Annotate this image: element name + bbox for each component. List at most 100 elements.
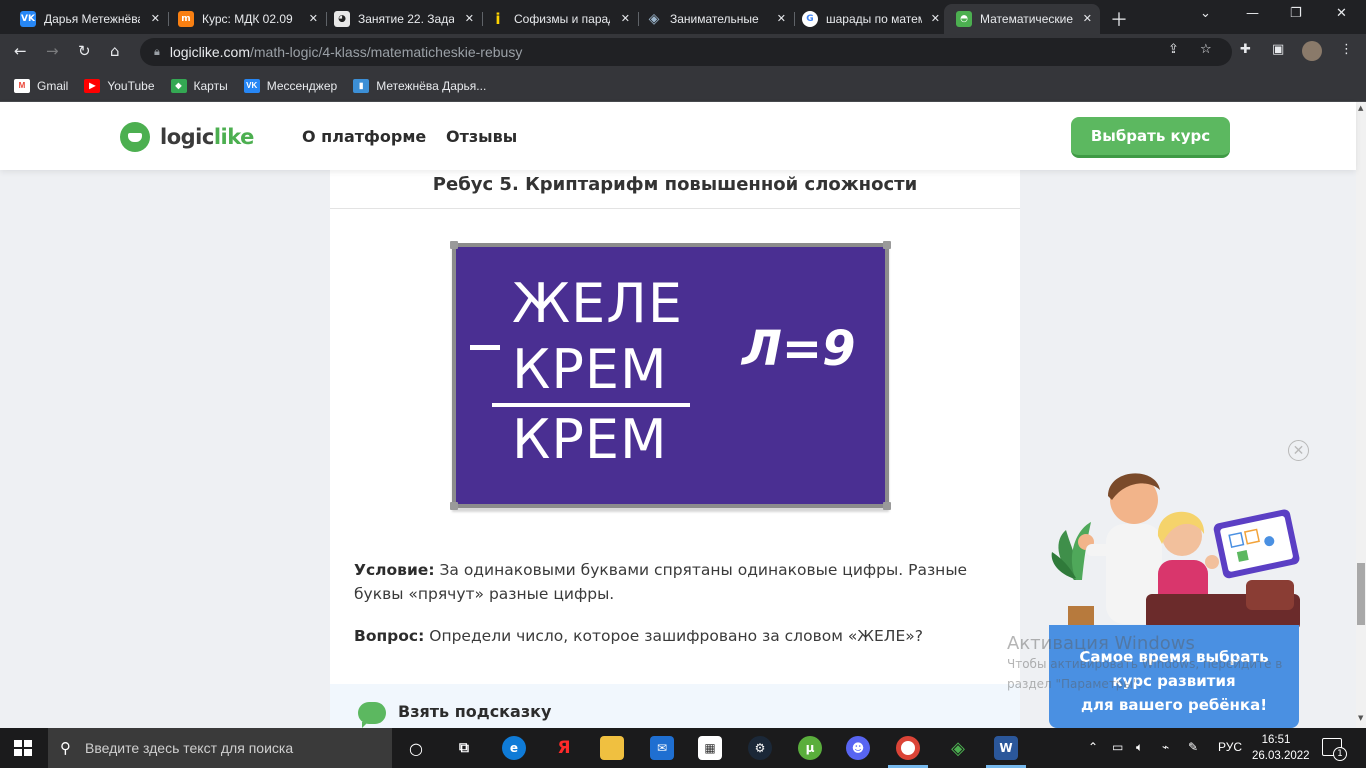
- nav-about-platform[interactable]: О платформе: [302, 127, 426, 146]
- bookmark-maps[interactable]: ◆ Карты: [170, 78, 228, 93]
- graduation-cap-icon: [120, 122, 150, 152]
- system-clock[interactable]: 16:51 26.03.2022: [1252, 732, 1310, 764]
- store-icon[interactable]: ▦: [698, 736, 722, 760]
- share-icon[interactable]: ⇪: [1168, 42, 1179, 57]
- condition-body: За одинаковыми буквами спрятаны одинаков…: [354, 561, 968, 603]
- vk-icon: VK: [20, 11, 36, 27]
- tab-active-logiclike[interactable]: ◓ Математические ✕: [944, 4, 1100, 34]
- close-icon[interactable]: ✕: [465, 12, 474, 25]
- bookmark-gmail[interactable]: M Gmail: [14, 78, 69, 93]
- forward-icon[interactable]: →: [46, 42, 59, 60]
- condition-label: Условие:: [354, 561, 435, 579]
- notification-count: 1: [1333, 747, 1347, 761]
- browser-toolbar: ← → ↻ ⌂ 🔒︎ logiclike.com/math-logic/4-kl…: [0, 34, 1366, 70]
- url-host: logiclike.com: [169, 44, 250, 60]
- menu-icon[interactable]: ⋮: [1340, 42, 1353, 57]
- chat-bubble-icon: [358, 702, 386, 728]
- nav-reviews[interactable]: Отзывы: [446, 127, 517, 146]
- bookmark-youtube[interactable]: ▶ YouTube: [84, 78, 155, 93]
- popup-close-button[interactable]: ✕: [1288, 440, 1309, 461]
- close-icon[interactable]: ✕: [1083, 12, 1092, 25]
- android-icon[interactable]: ◈: [946, 736, 970, 760]
- question-label: Вопрос:: [354, 627, 425, 645]
- puzzle-result: КРЕМ: [512, 408, 668, 471]
- logiclike-logo[interactable]: logiclike: [120, 122, 254, 152]
- close-icon[interactable]: ✕: [931, 12, 940, 25]
- mail-icon[interactable]: ✉: [650, 736, 674, 760]
- chrome-icon[interactable]: [896, 736, 920, 760]
- steam-icon[interactable]: ⚙: [748, 736, 772, 760]
- edge-icon[interactable]: e: [502, 736, 526, 760]
- close-icon[interactable]: ✕: [621, 12, 630, 25]
- browser-tab-strip: VK Дарья Метежнёва ✕ m Курс: МДК 02.09 ✕…: [0, 0, 1366, 34]
- discord-icon[interactable]: ☻: [846, 736, 870, 760]
- tab-sophisms[interactable]: ⅰ Софизмы и параде ✕: [478, 4, 639, 34]
- bookmark-star-icon[interactable]: ☆: [1200, 42, 1212, 57]
- close-icon[interactable]: ✕: [151, 12, 160, 25]
- tab-lesson[interactable]: ◕ Занятие 22. Задач ✕: [322, 4, 483, 34]
- bookmark-label: Gmail: [37, 78, 69, 93]
- notification-center-icon[interactable]: 1: [1322, 738, 1347, 761]
- scroll-up-icon[interactable]: ▲: [1358, 104, 1363, 112]
- info-icon: ⅰ: [495, 10, 501, 28]
- tab-entertaining[interactable]: ◈ Занимательные ✕: [634, 4, 795, 34]
- shield-icon: ◈: [648, 11, 660, 27]
- maximize-icon[interactable]: ❐: [1290, 6, 1302, 21]
- battery-icon[interactable]: ▭: [1112, 740, 1123, 754]
- tab-vk-profile[interactable]: VK Дарья Метежнёва ✕: [8, 4, 169, 34]
- utorrent-icon[interactable]: μ: [798, 736, 822, 760]
- close-window-icon[interactable]: ✕: [1336, 6, 1347, 21]
- pen-icon[interactable]: ✎: [1188, 740, 1198, 754]
- google-icon: G: [802, 11, 818, 27]
- puzzle-chalkboard-image: ЖЕЛЕ КРЕМ КРЕМ Л=9: [450, 241, 891, 510]
- site-header: logiclike О платформе Отзывы Выбрать кур…: [0, 102, 1356, 170]
- word-icon[interactable]: W: [994, 736, 1018, 760]
- tab-search-icon[interactable]: ⌄: [1200, 6, 1211, 21]
- network-icon[interactable]: ⌁: [1162, 740, 1169, 754]
- minimize-icon[interactable]: —: [1246, 6, 1259, 21]
- tab-charades[interactable]: G шарады по матем ✕: [790, 4, 948, 34]
- minus-sign: [470, 345, 500, 350]
- page-scrollbar[interactable]: ▲ ▼: [1356, 102, 1366, 728]
- tray-overflow-icon[interactable]: ⌃: [1088, 740, 1098, 754]
- scroll-down-icon[interactable]: ▼: [1358, 714, 1363, 722]
- puzzle-title: Ребус 5. Криптарифм повышенной сложности: [432, 174, 918, 195]
- volume-icon[interactable]: 🔈︎: [1136, 740, 1143, 755]
- cortana-icon[interactable]: ○: [404, 736, 428, 760]
- language-indicator[interactable]: РУС: [1218, 740, 1242, 754]
- scrollbar-thumb[interactable]: [1357, 563, 1365, 625]
- search-placeholder: Введите здесь текст для поиска: [85, 740, 294, 756]
- bookmark-messenger[interactable]: VK Мессенджер: [243, 78, 338, 93]
- puzzle-subtrahend: КРЕМ: [512, 338, 668, 401]
- windows-start-icon[interactable]: [14, 740, 32, 756]
- address-bar[interactable]: 🔒︎ logiclike.com/math-logic/4-klass/mate…: [140, 38, 1232, 66]
- close-icon[interactable]: ✕: [309, 12, 318, 25]
- home-icon[interactable]: ⌂: [110, 42, 120, 60]
- bookmark-label: Карты: [193, 78, 228, 93]
- windows-activation-watermark: Активация Windows Чтобы активировать Win…: [1007, 633, 1283, 691]
- side-panel-icon[interactable]: ▣: [1272, 42, 1284, 57]
- take-hint-button[interactable]: Взять подсказку: [330, 684, 1020, 728]
- bookmark-profile[interactable]: ▮ Метежнёва Дарья...: [353, 78, 486, 93]
- tab-course[interactable]: m Курс: МДК 02.09 ✕: [166, 4, 327, 34]
- task-view-icon[interactable]: ⧉: [452, 736, 476, 760]
- divider: [330, 208, 1020, 209]
- back-icon[interactable]: ←: [14, 42, 27, 60]
- bookmark-label: Мессенджер: [266, 78, 338, 93]
- moodle-icon: m: [178, 11, 194, 27]
- choose-course-button[interactable]: Выбрать курс: [1071, 117, 1230, 158]
- youtube-icon: ▶: [84, 78, 101, 93]
- new-tab-button[interactable]: ＋: [1110, 6, 1128, 32]
- profile-avatar[interactable]: [1302, 41, 1322, 61]
- extensions-icon[interactable]: ✚: [1240, 42, 1251, 57]
- yandex-browser-icon[interactable]: Я: [552, 736, 576, 760]
- taskbar-search[interactable]: ⚲ Введите здесь текст для поиска: [48, 728, 392, 768]
- reload-icon[interactable]: ↻: [78, 42, 91, 60]
- url-path: /math-logic/4-klass/matematicheskie-rebu…: [250, 44, 523, 60]
- file-explorer-icon[interactable]: [600, 736, 624, 760]
- puzzle-minuend: ЖЕЛЕ: [512, 272, 684, 335]
- question-text: Вопрос: Определи число, которое зашифров…: [354, 624, 994, 648]
- lock-icon[interactable]: 🔒︎: [154, 45, 160, 59]
- close-icon[interactable]: ✕: [777, 12, 786, 25]
- tab-label: Занятие 22. Задач: [358, 12, 454, 26]
